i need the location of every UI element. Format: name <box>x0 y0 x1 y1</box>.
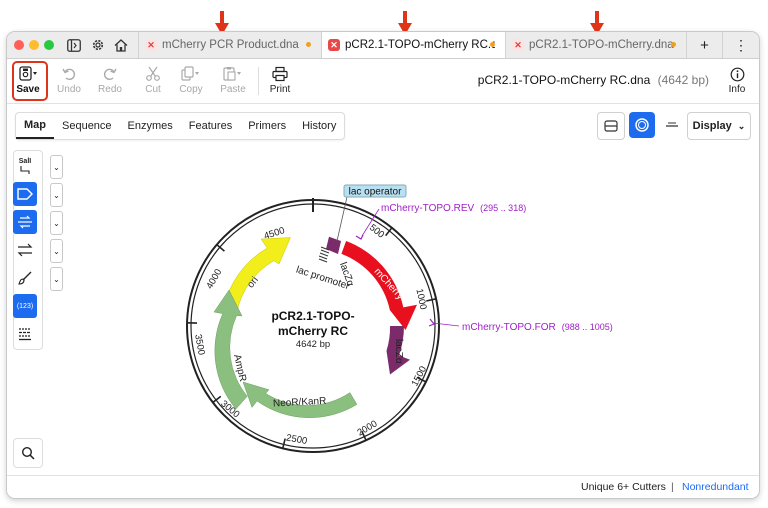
minimize-window-button[interactable] <box>29 40 39 50</box>
paste-label: Paste <box>220 84 246 95</box>
save-icon <box>19 66 37 81</box>
print-label: Print <box>269 84 291 95</box>
info-label: Info <box>728 84 746 95</box>
gear-icon[interactable] <box>88 35 108 55</box>
document-name: pCR2.1-TOPO-mCherry RC.dna <box>477 73 651 87</box>
redo-icon <box>103 68 117 81</box>
sidebar-toggle-icon[interactable] <box>64 35 84 55</box>
more-menu-button[interactable]: ⋮ <box>722 32 759 58</box>
tab-map[interactable]: Map <box>16 113 54 139</box>
paste-button[interactable]: Paste <box>216 62 250 100</box>
primer-rev-label[interactable]: mCherry-TOPO.REV (295 .. 318) <box>381 203 526 214</box>
chevron-down-icon: ⌄ <box>737 120 746 131</box>
undo-label: Undo <box>57 84 81 95</box>
plasmid-name-line2: mCherry RC <box>278 324 348 338</box>
circular-map-icon <box>635 118 649 132</box>
tab-sequence[interactable]: Sequence <box>54 113 120 139</box>
plasmid-size: 4642 bp <box>296 339 330 350</box>
copy-icon <box>181 66 199 81</box>
copy-label: Copy <box>179 84 203 95</box>
display-menu-button[interactable]: Display ⌄ <box>687 112 751 140</box>
paste-icon <box>223 67 241 81</box>
circular-view-button[interactable] <box>629 112 655 138</box>
save-label: Save <box>16 84 40 95</box>
sequence-view-icon <box>666 122 678 127</box>
tab-label: mCherry PCR Product.dna <box>162 39 299 51</box>
unsaved-dot <box>490 42 495 47</box>
zoom-window-button[interactable] <box>44 40 54 50</box>
cut-label: Cut <box>145 84 161 95</box>
sequence-view-button[interactable] <box>659 112 685 138</box>
tab-pcr21-topo-mcherry-rc[interactable]: ✕ pCR2.1-TOPO-mCherry RC.dna <box>321 32 505 58</box>
primer-rev-name: mCherry-TOPO.REV <box>381 203 474 214</box>
redo-label: Redo <box>98 84 122 95</box>
tick-mark <box>281 438 286 449</box>
redo-button[interactable]: Redo <box>93 62 127 100</box>
nonredundant-link[interactable]: Nonredundant <box>682 481 749 493</box>
scissors-icon <box>146 66 160 81</box>
tab-primers[interactable]: Primers <box>240 113 294 139</box>
primer-for-name: mCherry-TOPO.FOR <box>462 322 556 333</box>
primer-for-range: (988 .. 1005) <box>562 322 613 332</box>
home-icon[interactable] <box>111 35 131 55</box>
lacza-side-label: lacZα <box>393 339 404 364</box>
primer-for-label[interactable]: mCherry-TOPO.FOR (988 .. 1005) <box>462 322 613 333</box>
tab-features[interactable]: Features <box>181 113 240 139</box>
tab-mcherry-pcr-product[interactable]: ✕ mCherry PCR Product.dna <box>138 32 321 58</box>
toolbar-divider <box>258 67 259 95</box>
print-button[interactable]: Print <box>263 62 297 100</box>
cutters-label[interactable]: Unique 6+ Cutters <box>581 481 666 493</box>
printer-icon <box>272 66 288 82</box>
primer-for-marker[interactable] <box>428 318 435 327</box>
app-window: ✕ mCherry PCR Product.dna ✕ pCR2.1-TOPO-… <box>6 31 760 499</box>
ampr-feature[interactable] <box>213 289 248 410</box>
unsaved-dot <box>671 42 676 47</box>
tick-label-4000: 4000 <box>204 267 224 291</box>
status-separator: | <box>671 481 674 493</box>
close-window-button[interactable] <box>14 40 24 50</box>
lacza-feature-top[interactable] <box>326 236 341 254</box>
new-tab-button[interactable]: + <box>686 32 722 58</box>
tab-pcr21-topo-mcherry[interactable]: ✕ pCR2.1-TOPO-mCherry.dna <box>505 32 686 58</box>
tick-label-2500: 2500 <box>285 433 308 448</box>
lac-operator-label[interactable]: lac operator <box>349 187 402 198</box>
tab-enzymes[interactable]: Enzymes <box>120 113 181 139</box>
info-button[interactable]: Info <box>720 62 754 100</box>
primer-for-leader <box>432 322 460 327</box>
info-icon <box>730 67 744 81</box>
toolbar: Save Undo Redo Cut Copy Paste Print pCR2… <box>7 59 759 104</box>
display-label: Display <box>692 120 732 132</box>
tick-label-500: 500 <box>367 222 386 240</box>
tab-bar: ✕ mCherry PCR Product.dna ✕ pCR2.1-TOPO-… <box>7 32 759 59</box>
cut-button[interactable]: Cut <box>136 62 170 100</box>
dna-file-icon: ✕ <box>145 39 157 51</box>
tab-label: pCR2.1-TOPO-mCherry RC.dna <box>345 39 495 51</box>
dna-file-icon: ✕ <box>328 39 340 51</box>
undo-icon <box>62 68 76 81</box>
document-length: (4642 bp) <box>657 73 709 87</box>
unsaved-dot <box>306 42 311 47</box>
lac-promoter-feature[interactable] <box>318 246 330 263</box>
plasmid-name-line1: pCR2.1-TOPO- <box>271 309 354 323</box>
plasmid-map: lac operator lac promoter lacZα mCherry … <box>186 184 613 453</box>
linear-view-button[interactable] <box>597 112 625 140</box>
status-bar: Unique 6+ Cutters | Nonredundant <box>7 475 759 498</box>
linear-map-icon <box>604 120 618 132</box>
tab-history[interactable]: History <box>294 113 344 139</box>
dna-file-icon: ✕ <box>512 39 524 51</box>
tick-label-1500: 1500 <box>409 364 429 388</box>
tab-label: pCR2.1-TOPO-mCherry.dna <box>529 39 674 51</box>
undo-button[interactable]: Undo <box>52 62 86 100</box>
document-title: pCR2.1-TOPO-mCherry RC.dna (4642 bp) <box>447 73 709 87</box>
view-tabs: Map Sequence Enzymes Features Primers Hi… <box>15 112 346 140</box>
save-button[interactable]: Save <box>11 62 45 100</box>
primer-rev-range: (295 .. 318) <box>480 203 526 213</box>
copy-button[interactable]: Copy <box>174 62 208 100</box>
